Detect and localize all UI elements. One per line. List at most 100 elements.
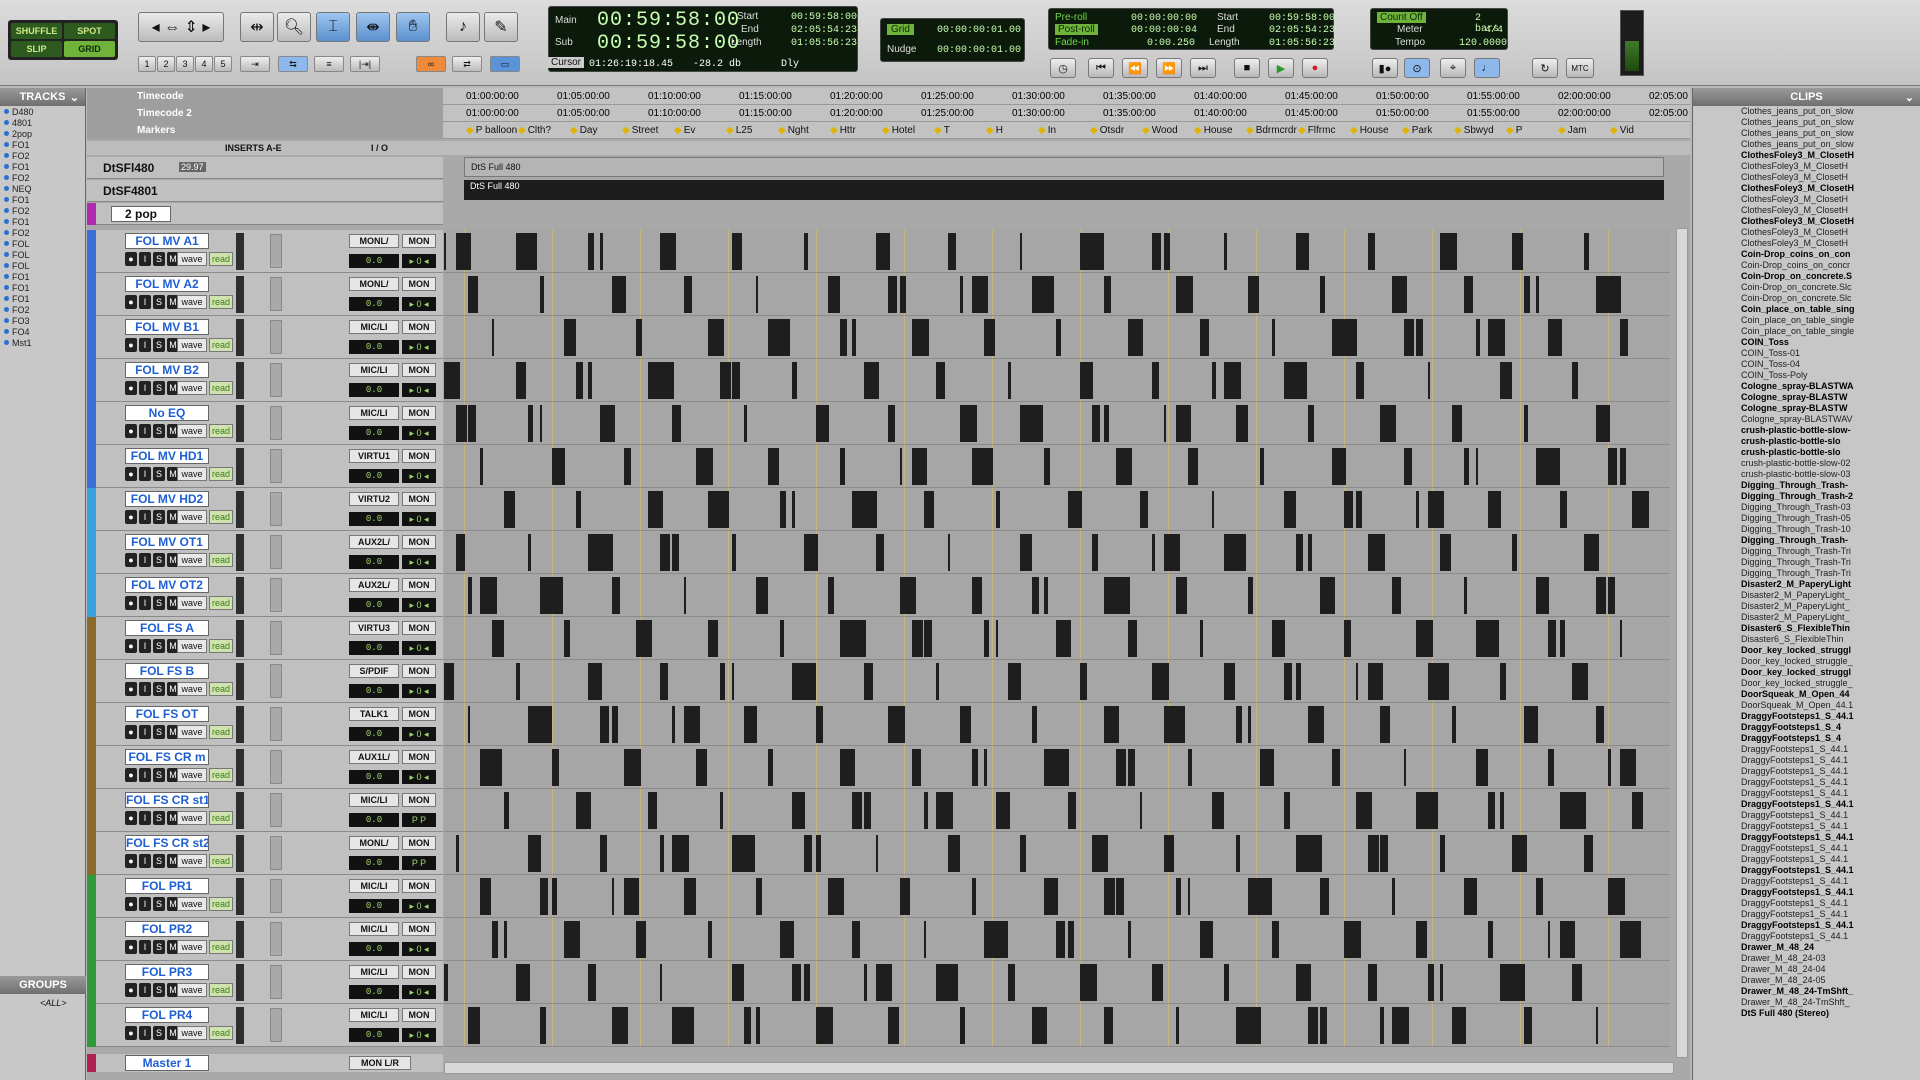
audio-track-header[interactable]: FOL MV A2 ● I S Mwave read MONL/MON 0.0 ▸ 0 ◂	[87, 273, 443, 316]
audio-clip[interactable]	[1140, 491, 1148, 528]
track-volume[interactable]: 0.0	[349, 512, 399, 526]
conductor-icon[interactable]: ♩	[1474, 58, 1500, 78]
audio-clip[interactable]	[816, 835, 821, 872]
audio-clip[interactable]	[1080, 663, 1087, 700]
audio-clip[interactable]	[792, 491, 795, 528]
track-pan[interactable]: ▸ 0 ◂	[402, 297, 436, 311]
ruler-timecode2[interactable]: Timecode 2 01:00:00:00 01:05:00:00 01:10:0…	[87, 105, 1690, 122]
audio-clip[interactable]	[504, 491, 515, 528]
track-monitor-button[interactable]: MON	[402, 234, 436, 248]
track-monitor-button[interactable]: MON	[402, 793, 436, 807]
clip-list-item[interactable]: Door_key_locked_struggl	[1693, 667, 1920, 678]
track-solo-button[interactable]: S	[153, 854, 165, 868]
track-pan[interactable]: ▸ 0 ◂	[402, 469, 436, 483]
marker[interactable]: L25	[726, 125, 753, 136]
track-playlist[interactable]	[444, 402, 1670, 445]
clip-list-item[interactable]: Clothes_jeans_put_on_slow	[1693, 128, 1920, 139]
audio-clip[interactable]	[1248, 276, 1259, 313]
track-solo-button[interactable]: S	[153, 510, 165, 524]
stop-icon[interactable]: ■	[1234, 58, 1260, 78]
clip-list-item[interactable]: Coin_place_on_table_sing	[1693, 304, 1920, 315]
audio-clip[interactable]	[1092, 534, 1098, 571]
audio-clip[interactable]	[1092, 835, 1108, 872]
track-input-button[interactable]: I	[139, 811, 151, 825]
clip-list-item[interactable]: Digging_Through_Trash-	[1693, 535, 1920, 546]
track-view-selector[interactable]: wave	[177, 553, 207, 567]
clip-list-item[interactable]: Disaster6_S_FlexibleThin	[1693, 634, 1920, 645]
audio-clip[interactable]	[1392, 878, 1395, 915]
audio-clip[interactable]	[444, 964, 448, 1001]
audio-clip[interactable]	[1404, 749, 1406, 786]
automation-mode-selector[interactable]: read	[209, 252, 233, 266]
track-io-selector[interactable]: MONL/	[349, 836, 399, 850]
track-io-selector[interactable]: VIRTU3	[349, 621, 399, 635]
track-visible-icon[interactable]	[4, 131, 9, 136]
track-volume[interactable]: 0.0	[349, 684, 399, 698]
audio-clip[interactable]	[1236, 534, 1246, 571]
track-rec-button[interactable]: ●	[125, 940, 137, 954]
audio-clip[interactable]	[876, 964, 892, 1001]
clip-list-item[interactable]: DraggyFootsteps1_S_44.1	[1693, 832, 1920, 843]
track-playlist[interactable]	[444, 746, 1670, 789]
track-rec-button[interactable]: ●	[125, 897, 137, 911]
audio-clip[interactable]	[1596, 577, 1606, 614]
track-rec-button[interactable]: ●	[125, 1026, 137, 1040]
marker[interactable]: Httr	[830, 125, 856, 136]
audio-clip[interactable]	[1392, 276, 1407, 313]
audio-clip[interactable]	[1236, 835, 1240, 872]
clip-list-item[interactable]: Drawer_M_48_24-04	[1693, 964, 1920, 975]
mode-shuffle[interactable]: SHUFFLE	[11, 23, 62, 39]
track-solo-button[interactable]: S	[153, 811, 165, 825]
audio-clip[interactable]	[804, 964, 810, 1001]
track-playlist[interactable]	[444, 316, 1670, 359]
audio-clip[interactable]	[864, 362, 879, 399]
track-pan[interactable]: ▸ 0 ◂	[402, 383, 436, 397]
insert-slot[interactable]	[270, 965, 282, 999]
audio-clip[interactable]	[1056, 749, 1069, 786]
audio-clip[interactable]	[444, 233, 446, 270]
fadein-value[interactable]: 0:00.250	[1147, 38, 1195, 49]
audio-clip[interactable]	[1164, 534, 1180, 571]
audio-clip[interactable]	[780, 921, 794, 958]
audio-clip[interactable]	[972, 577, 982, 614]
video-clip-1[interactable]: DtS Full 480	[464, 157, 1664, 177]
audio-clip[interactable]	[1572, 964, 1582, 1001]
audio-clip[interactable]	[696, 749, 707, 786]
marker[interactable]: House	[1194, 125, 1233, 136]
audio-clip[interactable]	[1056, 319, 1061, 356]
track-name[interactable]: FOL MV A1	[125, 233, 209, 249]
track-input-button[interactable]: I	[139, 983, 151, 997]
track-input-button[interactable]: I	[139, 897, 151, 911]
audio-clip[interactable]	[1284, 491, 1296, 528]
clip-list-item[interactable]: Disaster6_S_FlexibleThin	[1693, 623, 1920, 634]
pop-track-name[interactable]: 2 pop	[111, 206, 171, 222]
track-io-selector[interactable]: MIC/LI	[349, 879, 399, 893]
audio-clip[interactable]	[540, 706, 552, 743]
audio-clip[interactable]	[1164, 835, 1174, 872]
audio-clip[interactable]	[1440, 663, 1449, 700]
audio-clip[interactable]	[1224, 964, 1229, 1001]
audio-clip[interactable]	[1404, 319, 1414, 356]
audio-clip[interactable]	[696, 448, 713, 485]
audio-clip[interactable]	[1080, 964, 1097, 1001]
track-name[interactable]: FOL FS B	[125, 663, 209, 679]
audio-clip[interactable]	[1608, 749, 1611, 786]
audio-clip[interactable]	[588, 362, 592, 399]
track-name[interactable]: FOL MV B2	[125, 362, 209, 378]
audio-clip[interactable]	[540, 405, 542, 442]
automation-mode-selector[interactable]: read	[209, 467, 233, 481]
audio-track-header[interactable]: FOL PR2 ● I S Mwave read MIC/LI MON 0.0 ▸ 0 ◂	[87, 918, 443, 961]
video-track-1[interactable]: DtSFl480 29.97	[87, 157, 443, 179]
track-visible-icon[interactable]	[4, 263, 9, 268]
online-icon[interactable]: ◷	[1050, 58, 1076, 78]
audio-clip[interactable]	[1608, 276, 1621, 313]
track-rec-button[interactable]: ●	[125, 682, 137, 696]
audio-clip[interactable]	[528, 405, 533, 442]
insert-slot[interactable]	[270, 922, 282, 956]
track-rec-button[interactable]: ●	[125, 295, 137, 309]
audio-clip[interactable]	[1128, 921, 1131, 958]
audio-clip[interactable]	[564, 620, 570, 657]
audio-clip[interactable]	[516, 663, 520, 700]
insert-slot[interactable]	[270, 535, 282, 569]
clip-list-item[interactable]: DraggyFootsteps1_S_44.1	[1693, 711, 1920, 722]
